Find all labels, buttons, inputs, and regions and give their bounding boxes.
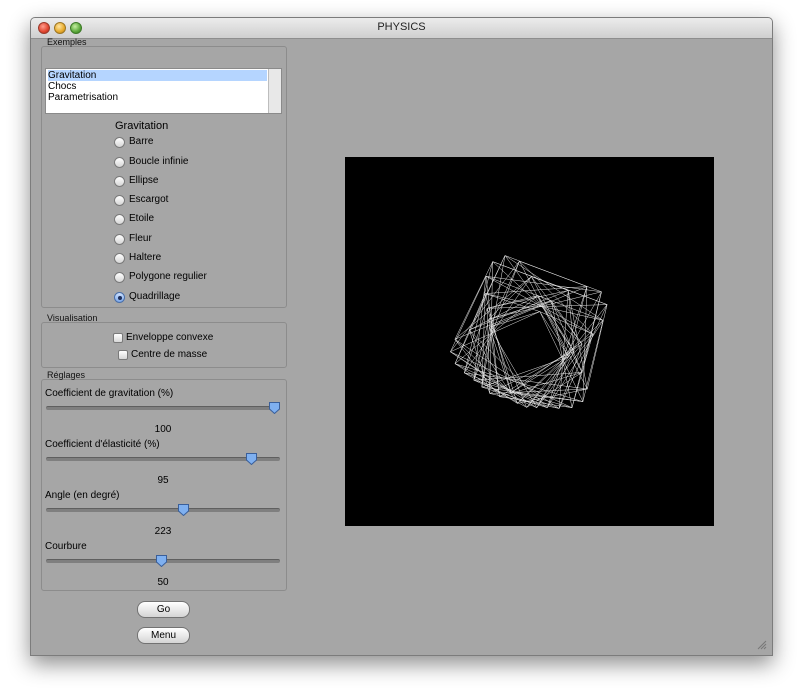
examples-group-label: Exemples	[47, 37, 87, 47]
examples-list[interactable]: Gravitation Chocs Parametrisation	[45, 68, 282, 114]
title-bar: PHYSICS	[31, 18, 772, 39]
radio-label: Barre	[129, 136, 154, 147]
visualisation-group-label: Visualisation	[47, 313, 98, 323]
radio-label: Haltere	[129, 252, 162, 263]
window-title: PHYSICS	[377, 21, 426, 33]
elasticity-slider-track[interactable]	[46, 457, 280, 461]
radio-button-icon[interactable]	[114, 195, 125, 206]
gravitation-slider-track[interactable]	[46, 406, 280, 410]
elasticity-slider-thumb[interactable]	[245, 453, 257, 465]
menu-button[interactable]: Menu	[137, 627, 190, 644]
radio-label: Escargot	[129, 194, 169, 205]
simulation-canvas[interactable]	[345, 157, 714, 526]
resize-grip-icon[interactable]	[755, 638, 767, 650]
gravitation-slider-thumb[interactable]	[268, 402, 280, 414]
radio-label: Etoile	[129, 213, 155, 224]
list-item[interactable]: Gravitation	[48, 70, 267, 81]
radio-button-icon[interactable]	[114, 176, 125, 187]
angle-slider-thumb[interactable]	[178, 504, 190, 516]
elasticity-slider-label: Coefficient d'élasticité (%)	[45, 439, 160, 450]
radio-button-icon[interactable]	[114, 214, 125, 225]
radio-button-icon[interactable]	[114, 137, 125, 148]
convex-hull-checkbox[interactable]	[113, 333, 123, 343]
radio-label: Boucle infinie	[129, 156, 189, 167]
center-of-mass-checkbox[interactable]	[118, 350, 128, 360]
radio-label: Polygone regulier	[129, 271, 207, 282]
gravitation-slider-label: Coefficient de gravitation (%)	[45, 388, 174, 399]
angle-value: 223	[154, 526, 172, 537]
elasticity-value: 95	[157, 475, 169, 486]
radio-button-icon[interactable]	[114, 253, 125, 264]
radio-button-icon[interactable]	[114, 272, 125, 283]
radio-button-icon[interactable]	[114, 234, 125, 245]
radio-label: Quadrillage	[129, 291, 181, 302]
center-of-mass-label: Centre de masse	[131, 349, 208, 360]
radio-button-icon[interactable]	[114, 157, 125, 168]
angle-slider-label: Angle (en degré)	[45, 490, 120, 501]
particle-mesh	[450, 255, 608, 409]
angle-slider-track[interactable]	[46, 508, 280, 512]
radio-button-selected-icon[interactable]	[114, 292, 125, 303]
radio-label: Fleur	[129, 233, 152, 244]
examples-subtitle: Gravitation	[115, 120, 169, 132]
radio-label: Ellipse	[129, 175, 159, 186]
visualisation-group	[41, 322, 287, 368]
go-button[interactable]: Go	[137, 601, 190, 618]
list-item[interactable]: Chocs	[48, 81, 267, 92]
convex-hull-label: Enveloppe convexe	[126, 332, 214, 343]
gravitation-value: 100	[154, 424, 172, 435]
curvature-slider-label: Courbure	[45, 541, 87, 552]
list-item[interactable]: Parametrisation	[48, 92, 267, 103]
list-scrollbar[interactable]	[268, 69, 281, 113]
curvature-slider-thumb[interactable]	[155, 555, 167, 567]
curvature-value: 50	[157, 577, 169, 588]
settings-group-label: Réglages	[47, 370, 86, 380]
